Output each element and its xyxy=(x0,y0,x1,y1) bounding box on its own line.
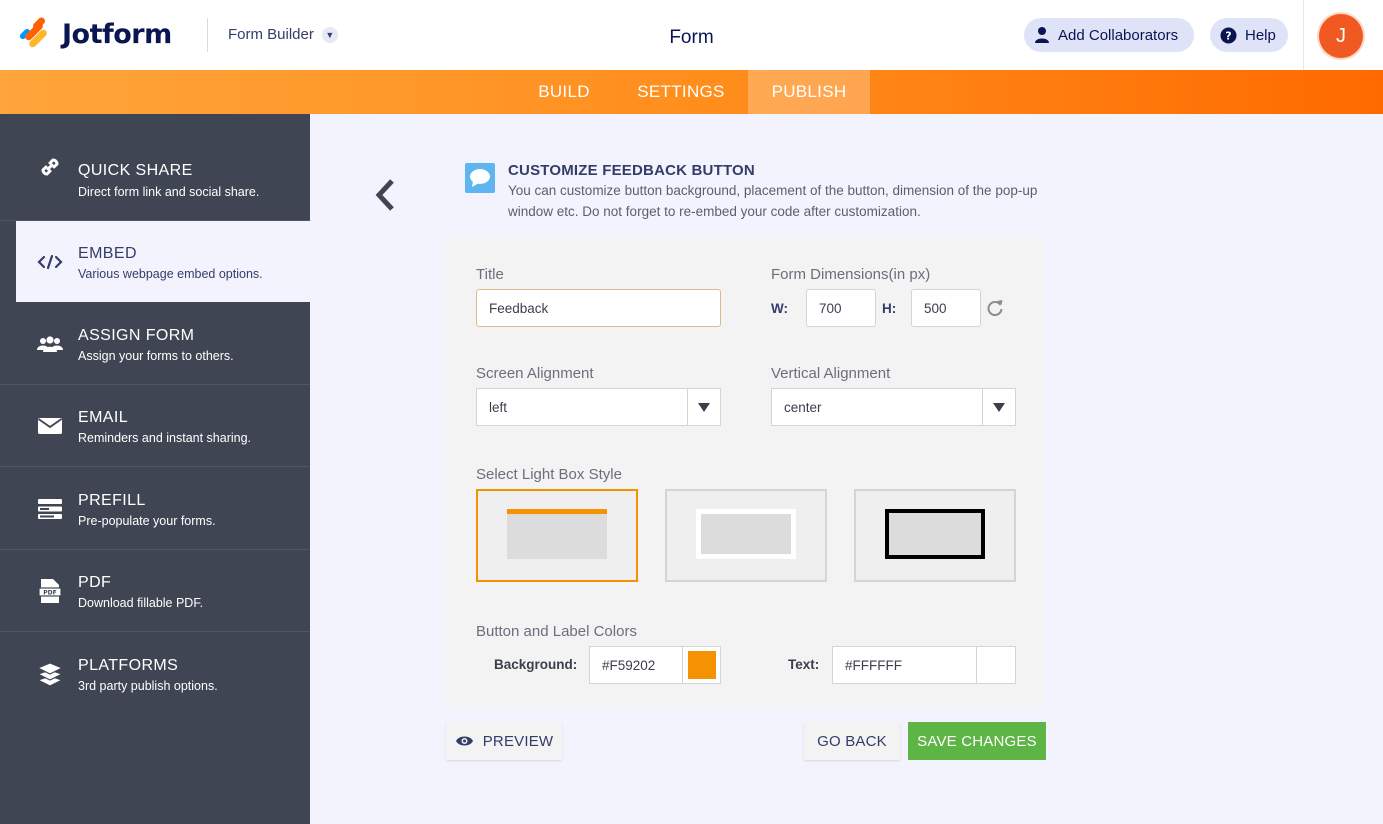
eye-icon xyxy=(455,735,474,747)
background-color-input[interactable]: #F59202 xyxy=(589,646,683,684)
caret-down-icon xyxy=(982,389,1015,425)
lightbox-style-option-1[interactable] xyxy=(476,489,638,582)
sidebar-item-platforms[interactable]: PLATFORMS 3rd party publish options. xyxy=(0,633,310,715)
lightbox-style-label: Select Light Box Style xyxy=(476,466,622,483)
sidebar-item-desc: Various webpage embed options. xyxy=(78,267,263,281)
lightbox-preview-white-frame xyxy=(696,509,796,559)
height-label: H: xyxy=(882,301,897,316)
sidebar-item-title: QUICK SHARE xyxy=(78,162,193,179)
users-icon xyxy=(36,303,64,384)
sidebar-item-email[interactable]: EMAIL Reminders and instant sharing. xyxy=(0,385,310,467)
text-color-swatch[interactable] xyxy=(976,646,1016,684)
panel-description: You can customize button background, pla… xyxy=(508,183,1038,219)
feedback-settings-card: Title Feedback Form Dimensions(in px) W:… xyxy=(446,238,1044,706)
svg-text:PDF: PDF xyxy=(43,589,56,596)
sidebar-item-assign-form[interactable]: ASSIGN FORM Assign your forms to others. xyxy=(0,303,310,385)
form-builder-dropdown[interactable]: Form Builder ▼ xyxy=(228,26,338,43)
background-swatch-fill xyxy=(687,651,716,679)
sidebar-item-pdf[interactable]: PDF PDF Download fillable PDF. xyxy=(0,550,310,632)
sidebar-item-title: ASSIGN FORM xyxy=(78,327,195,344)
screen-alignment-value: left xyxy=(489,400,508,415)
background-color-swatch[interactable] xyxy=(682,646,721,684)
sidebar-item-prefill[interactable]: PREFILL Pre-populate your forms. xyxy=(0,468,310,550)
preview-label: PREVIEW xyxy=(482,732,554,750)
lightbox-style-option-2[interactable] xyxy=(665,489,827,582)
sidebar-item-desc: Assign your forms to others. xyxy=(78,349,234,363)
jotform-logo-icon xyxy=(18,16,50,50)
sidebar-item-quick-share[interactable]: QUICK SHARE Direct form link and social … xyxy=(0,114,310,221)
jotform-logo[interactable]: Jotform xyxy=(18,16,172,50)
back-chevron-icon[interactable] xyxy=(372,178,400,212)
sidebar-item-desc: Direct form link and social share. xyxy=(78,185,260,199)
main-tab-bar: BUILD SETTINGS PUBLISH xyxy=(0,70,1383,114)
tab-settings[interactable]: SETTINGS xyxy=(625,70,737,114)
link-icon xyxy=(36,114,64,220)
preview-button[interactable]: PREVIEW xyxy=(446,722,562,760)
reset-icon[interactable] xyxy=(986,299,1004,322)
text-swatch-fill xyxy=(982,651,1010,679)
speech-bubble-icon xyxy=(465,163,495,193)
sidebar-item-title: PLATFORMS xyxy=(78,657,179,674)
help-label: Help xyxy=(1245,26,1276,44)
question-icon: ? xyxy=(1220,27,1237,44)
sidebar-item-embed[interactable]: EMBED Various webpage embed options. xyxy=(16,221,310,302)
header-divider xyxy=(207,18,208,52)
chevron-down-icon: ▼ xyxy=(321,26,338,43)
vertical-alignment-select[interactable]: center xyxy=(771,388,1016,426)
sidebar-item-title: PREFILL xyxy=(78,492,146,509)
lightbox-preview-top-bar xyxy=(507,509,607,559)
tab-publish[interactable]: PUBLISH xyxy=(748,70,870,114)
sidebar-item-desc: 3rd party publish options. xyxy=(78,679,218,693)
form-title[interactable]: Form xyxy=(669,27,713,48)
width-input[interactable]: 700 xyxy=(806,289,876,327)
caret-down-icon xyxy=(687,389,720,425)
add-collaborators-button[interactable]: Add Collaborators xyxy=(1024,18,1194,52)
text-color-label: Text: xyxy=(788,657,820,672)
tab-build[interactable]: BUILD xyxy=(520,70,608,114)
title-label: Title xyxy=(476,266,504,283)
text-color-input[interactable]: #FFFFFF xyxy=(832,646,978,684)
colors-label: Button and Label Colors xyxy=(476,623,637,640)
sidebar-item-title: PDF xyxy=(78,574,112,591)
form-builder-label: Form Builder xyxy=(228,26,314,43)
sidebar-item-desc: Download fillable PDF. xyxy=(78,596,204,610)
go-back-button[interactable]: GO BACK xyxy=(804,722,900,760)
background-color-label: Background: xyxy=(494,657,578,672)
sidebar-item-desc: Pre-populate your forms. xyxy=(78,514,216,528)
layers-icon xyxy=(36,633,64,715)
sidebar-item-title: EMBED xyxy=(78,245,137,262)
prefill-icon xyxy=(36,468,64,549)
help-button[interactable]: ? Help xyxy=(1210,18,1288,52)
height-input[interactable]: 500 xyxy=(911,289,981,327)
sidebar-item-desc: Reminders and instant sharing. xyxy=(78,431,252,445)
vertical-alignment-value: center xyxy=(784,400,822,415)
screen-alignment-label: Screen Alignment xyxy=(476,365,594,382)
vertical-alignment-label: Vertical Alignment xyxy=(771,365,891,382)
user-icon xyxy=(1034,26,1050,44)
screen-alignment-select[interactable]: left xyxy=(476,388,721,426)
title-input[interactable]: Feedback xyxy=(476,289,721,327)
save-changes-button[interactable]: SAVE CHANGES xyxy=(908,722,1046,760)
brand-name: Jotform xyxy=(62,18,172,50)
publish-sidebar: QUICK SHARE Direct form link and social … xyxy=(0,114,310,824)
width-label: W: xyxy=(771,301,788,316)
lightbox-preview-black-frame xyxy=(885,509,985,559)
add-collaborators-label: Add Collaborators xyxy=(1058,26,1179,44)
sidebar-item-title: EMAIL xyxy=(78,409,129,426)
top-header: Jotform Form Builder ▼ Form Add Collabor… xyxy=(0,0,1383,70)
pdf-icon: PDF xyxy=(36,550,64,631)
panel-title: CUSTOMIZE FEEDBACK BUTTON xyxy=(508,162,755,179)
envelope-icon xyxy=(36,385,64,466)
user-avatar[interactable]: J xyxy=(1319,14,1363,58)
header-divider-right xyxy=(1303,0,1304,70)
dimensions-label: Form Dimensions(in px) xyxy=(771,266,931,283)
code-icon xyxy=(36,221,64,302)
svg-text:?: ? xyxy=(1225,29,1231,42)
lightbox-style-option-3[interactable] xyxy=(854,489,1016,582)
